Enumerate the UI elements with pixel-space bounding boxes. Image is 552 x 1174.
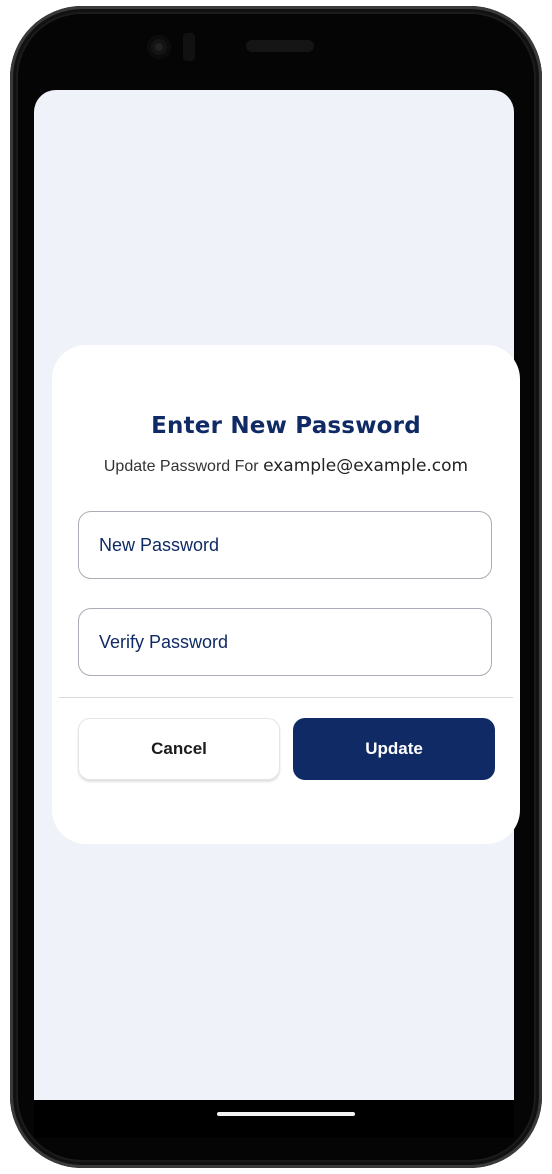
password-dialog: Enter New Password Update Password For e… bbox=[52, 345, 520, 844]
new-password-field[interactable] bbox=[78, 511, 492, 579]
new-password-input[interactable] bbox=[99, 534, 491, 556]
cancel-button[interactable]: Cancel bbox=[78, 718, 280, 780]
home-indicator[interactable] bbox=[217, 1112, 355, 1116]
proximity-sensor bbox=[183, 33, 195, 61]
earpiece-speaker bbox=[246, 40, 314, 52]
verify-password-input[interactable] bbox=[99, 631, 491, 653]
dialog-title: Enter New Password bbox=[151, 413, 421, 439]
navigation-bar bbox=[34, 1100, 514, 1138]
update-button[interactable]: Update bbox=[293, 718, 495, 780]
divider bbox=[59, 697, 513, 698]
verify-password-field[interactable] bbox=[78, 608, 492, 676]
email-address: example@example.com bbox=[263, 456, 469, 476]
dialog-subtitle: Update Password For example@example.com bbox=[52, 456, 520, 476]
subtitle-prefix: Update Password For bbox=[103, 458, 264, 475]
front-camera-icon bbox=[147, 35, 171, 59]
